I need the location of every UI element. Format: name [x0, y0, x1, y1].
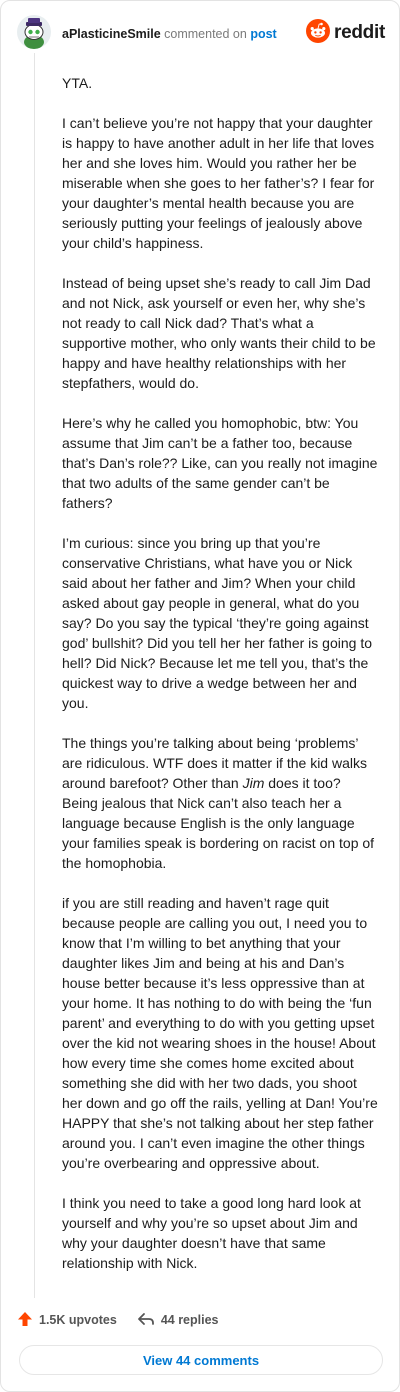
comment-body: YTA. I can’t believe you’re not happy th…	[62, 73, 380, 1293]
reddit-logo-icon	[306, 18, 331, 48]
comment-paragraph: I’m curious: since you bring up that you…	[62, 535, 372, 711]
upvote-count: 1.5K upvotes	[39, 1313, 117, 1327]
comment-paragraph: I think you need to take a good long har…	[62, 1195, 361, 1271]
reply-arrow-icon	[137, 1311, 155, 1330]
comment-byline: aPlasticineSmile commented on post	[62, 27, 277, 41]
comment-paragraph: The things you’re talking about being ‘p…	[62, 733, 380, 873]
comment-header: aPlasticineSmile commented on post reddi…	[17, 15, 385, 51]
avatar[interactable]	[17, 15, 51, 49]
comment-paragraph: YTA.	[62, 75, 93, 91]
comment-paragraph: if you are still reading and haven’t rag…	[62, 895, 378, 1171]
thread-line[interactable]	[34, 53, 35, 1298]
upvote-button[interactable]: 1.5K upvotes	[17, 1311, 117, 1330]
comment-italic-text: Jim	[242, 775, 265, 791]
replies-button[interactable]: 44 replies	[137, 1311, 219, 1330]
comment-paragraph: Here’s why he called you homophobic, btw…	[62, 415, 378, 511]
reddit-logo[interactable]: reddit	[306, 18, 385, 48]
reddit-wordmark: reddit	[334, 22, 385, 43]
username-link[interactable]: aPlasticineSmile	[62, 27, 161, 41]
post-link[interactable]: post	[250, 27, 276, 41]
view-comments-button[interactable]: View 44 comments	[19, 1345, 383, 1375]
comment-footer: 1.5K upvotes 44 replies	[17, 1309, 377, 1331]
comment-card: aPlasticineSmile commented on post reddi…	[0, 0, 400, 1392]
comment-paragraph: I can’t believe you’re not happy that yo…	[62, 115, 375, 251]
commented-on-text: commented on	[164, 27, 247, 41]
comment-paragraph: Instead of being upset she’s ready to ca…	[62, 275, 376, 391]
replies-count: 44 replies	[160, 1313, 219, 1327]
upvote-arrow-icon	[17, 1311, 33, 1330]
